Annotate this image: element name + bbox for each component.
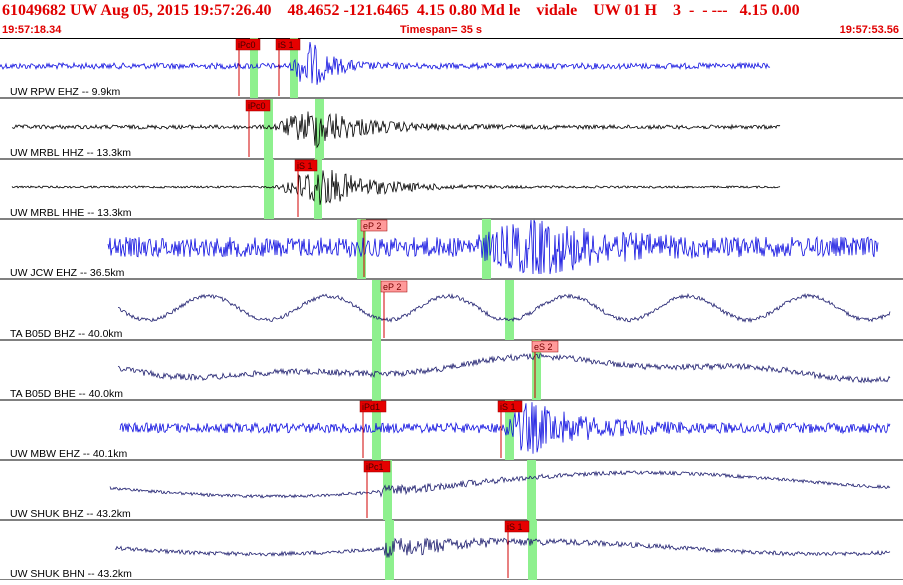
event-summary-header: 61049682 UW Aug 05, 2015 19:57:26.40 48.… <box>2 2 800 19</box>
pick-label: iPd1 <box>362 402 380 412</box>
seismogram-canvas[interactable]: iPc0 iS 1 UW RPW EHZ -- 9.9km iPc0 UW MRBL H… <box>0 38 903 581</box>
waveform-trace[interactable] <box>107 219 879 275</box>
station-label: TA B05D BHZ -- 40.0km <box>10 328 123 340</box>
pick-window-highlight <box>264 159 274 219</box>
pick-label: iS 1 <box>500 402 516 412</box>
station-label: TA B05D BHE -- 40.0km <box>10 388 123 400</box>
waveform-trace[interactable] <box>11 169 781 205</box>
phase-pick-marker[interactable]: eP 2 <box>380 280 408 338</box>
waveform-trace[interactable] <box>114 536 891 558</box>
waveform-trace[interactable] <box>11 111 781 149</box>
timespan-label: Timespan= 35 s <box>400 24 483 36</box>
station-label: UW MRBL HHZ -- 13.3km <box>10 147 131 159</box>
pick-window-highlight <box>505 280 514 340</box>
pick-window-highlight <box>372 280 381 340</box>
end-time: 19:57:53.56 <box>839 24 899 36</box>
pick-label: iPc1 <box>366 462 384 472</box>
pick-window-highlight <box>528 520 537 580</box>
pick-label: iS 1 <box>278 40 294 50</box>
phase-pick-marker[interactable]: iS 1 <box>504 520 530 578</box>
pick-label: eP 2 <box>383 282 401 292</box>
pick-label: iS 1 <box>507 522 523 532</box>
station-label: UW MBW EHZ -- 40.1km <box>10 448 128 460</box>
start-time: 19:57:18.34 <box>2 24 62 36</box>
waveform-trace[interactable] <box>117 353 891 384</box>
pick-label: eS 2 <box>534 342 553 352</box>
pick-label: iS 1 <box>297 161 313 171</box>
station-label: UW MRBL HHE -- 13.3km <box>10 207 132 219</box>
station-label: UW SHUK BHZ -- 43.2km <box>10 508 131 520</box>
waveform-trace[interactable] <box>0 42 771 85</box>
pick-label: iPc0 <box>248 101 266 111</box>
station-label: UW SHUK BHN -- 43.2km <box>10 568 132 580</box>
waveform-trace[interactable] <box>117 292 891 323</box>
pick-label: eP 2 <box>363 221 381 231</box>
pick-window-highlight <box>372 340 381 400</box>
phase-pick-marker[interactable]: iS 1 <box>294 159 318 217</box>
pick-label: iPc0 <box>238 40 256 50</box>
seismogram-panels[interactable]: iPc0 iS 1 UW RPW EHZ -- 9.9km iPc0 UW MRBL H… <box>0 38 903 581</box>
time-axis-bar: 19:57:18.34 Timespan= 35 s 19:57:53.56 <box>0 23 903 39</box>
station-label: UW JCW EHZ -- 36.5km <box>10 267 125 279</box>
waveform-trace[interactable] <box>109 470 891 499</box>
station-label: UW RPW EHZ -- 9.9km <box>10 86 120 98</box>
pick-window-highlight <box>527 460 536 520</box>
